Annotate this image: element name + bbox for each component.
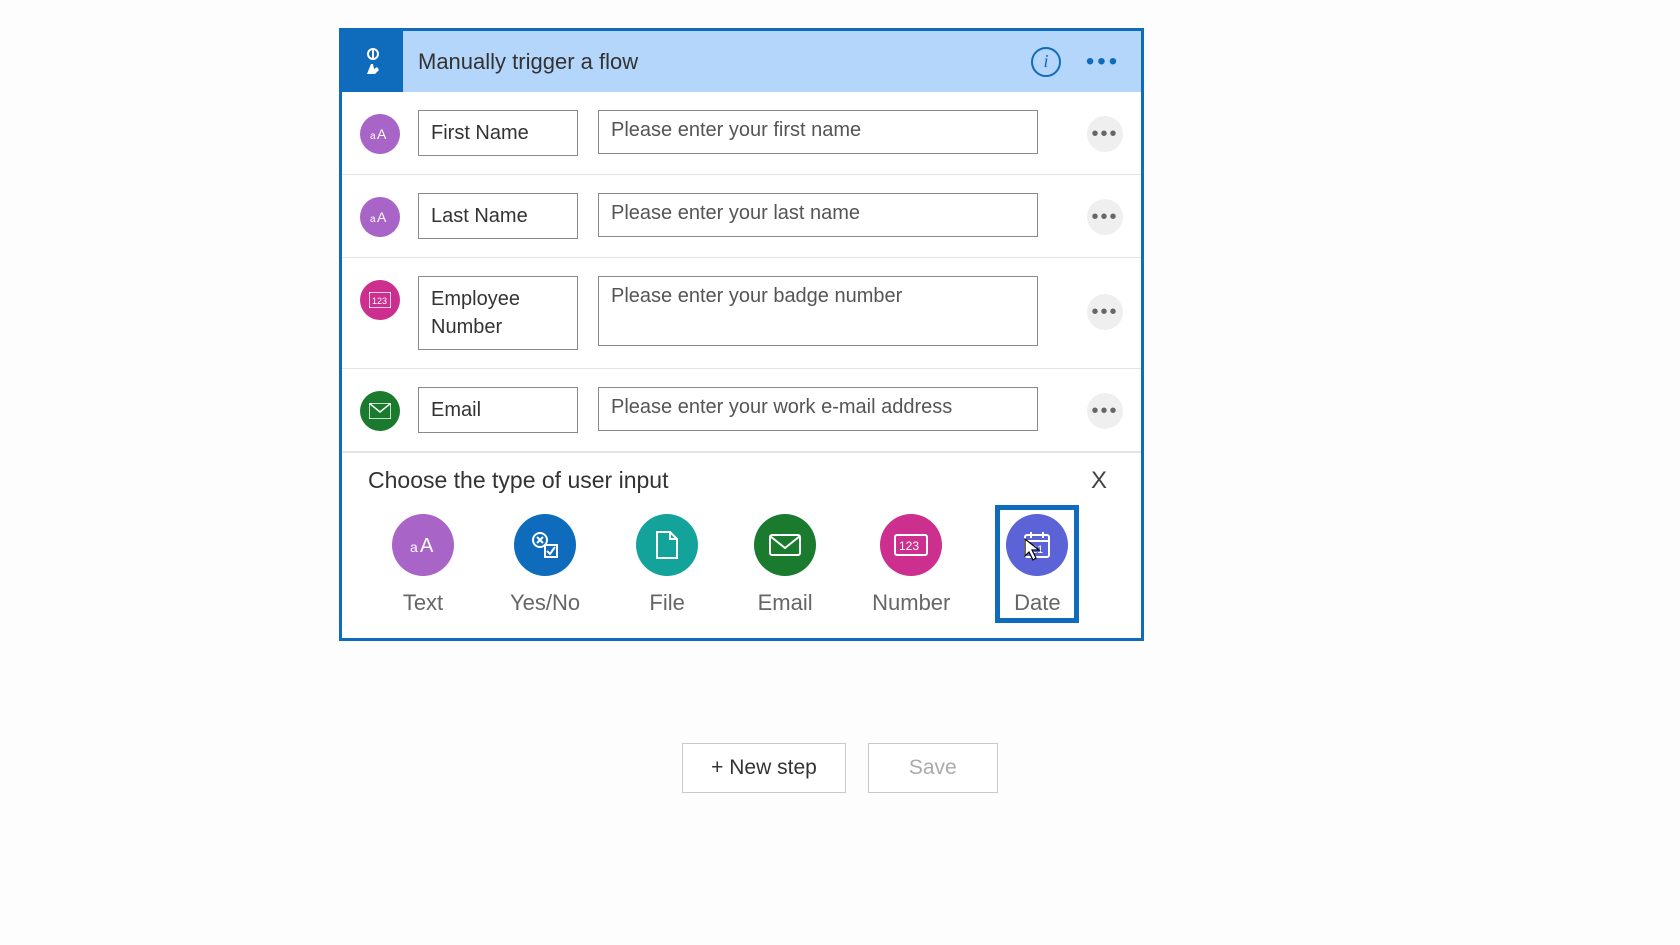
input-row: aA Last Name Please enter your last name… bbox=[342, 175, 1141, 258]
footer-buttons: + New step Save bbox=[0, 743, 1680, 793]
email-icon bbox=[754, 514, 816, 576]
save-button[interactable]: Save bbox=[868, 743, 998, 793]
type-label: Number bbox=[872, 590, 950, 616]
number-icon: 123 bbox=[880, 514, 942, 576]
svg-text:123: 123 bbox=[899, 539, 919, 553]
type-label: File bbox=[649, 590, 684, 616]
text-type-icon: aA bbox=[360, 114, 400, 154]
input-prompt-field[interactable]: Please enter your first name bbox=[598, 110, 1038, 154]
trigger-icon bbox=[342, 31, 403, 92]
svg-text:a: a bbox=[410, 539, 418, 555]
input-name-field[interactable]: Last Name bbox=[418, 193, 578, 239]
cursor-icon bbox=[1024, 538, 1042, 562]
add-input-section: Choose the type of user input X aA Text bbox=[342, 452, 1141, 638]
card-header: Manually trigger a flow i ••• bbox=[342, 31, 1141, 92]
card-more-button[interactable]: ••• bbox=[1083, 42, 1123, 82]
type-option-text[interactable]: aA Text bbox=[386, 510, 460, 618]
row-more-button[interactable]: ••• bbox=[1087, 294, 1123, 330]
text-type-icon: aA bbox=[360, 197, 400, 237]
input-name-field[interactable]: Email bbox=[418, 387, 578, 433]
card-title: Manually trigger a flow bbox=[403, 49, 1031, 75]
svg-text:A: A bbox=[377, 209, 387, 225]
type-label: Date bbox=[1014, 590, 1060, 616]
row-more-button[interactable]: ••• bbox=[1087, 116, 1123, 152]
add-input-title: Choose the type of user input bbox=[368, 467, 668, 494]
input-name-field[interactable]: Employee Number bbox=[418, 276, 578, 350]
type-label: Text bbox=[403, 590, 443, 616]
file-icon bbox=[636, 514, 698, 576]
type-option-yesno[interactable]: Yes/No bbox=[504, 510, 586, 618]
svg-text:123: 123 bbox=[372, 296, 387, 306]
new-step-button[interactable]: + New step bbox=[682, 743, 846, 793]
type-label: Email bbox=[758, 590, 813, 616]
yesno-icon bbox=[514, 514, 576, 576]
type-option-email[interactable]: Email bbox=[748, 510, 822, 618]
type-option-date[interactable]: 21 Date bbox=[1000, 510, 1074, 618]
text-icon: aA bbox=[392, 514, 454, 576]
close-button[interactable]: X bbox=[1083, 467, 1115, 495]
type-label: Yes/No bbox=[510, 590, 580, 616]
input-prompt-field[interactable]: Please enter your work e-mail address bbox=[598, 387, 1038, 431]
type-option-number[interactable]: 123 Number bbox=[866, 510, 956, 618]
info-button[interactable]: i bbox=[1031, 47, 1061, 77]
svg-text:a: a bbox=[370, 214, 376, 225]
trigger-card: Manually trigger a flow i ••• aA First N… bbox=[339, 28, 1144, 641]
row-more-button[interactable]: ••• bbox=[1087, 393, 1123, 429]
svg-text:A: A bbox=[377, 126, 387, 142]
input-name-field[interactable]: First Name bbox=[418, 110, 578, 156]
email-type-icon bbox=[360, 391, 400, 431]
input-types-row: aA Text Yes/No F bbox=[368, 510, 1115, 618]
input-row: aA First Name Please enter your first na… bbox=[342, 92, 1141, 175]
number-type-icon: 123 bbox=[360, 280, 400, 320]
input-row: 123 Employee Number Please enter your ba… bbox=[342, 258, 1141, 369]
input-row: Email Please enter your work e-mail addr… bbox=[342, 369, 1141, 452]
input-prompt-field[interactable]: Please enter your badge number bbox=[598, 276, 1038, 346]
svg-text:A: A bbox=[420, 535, 434, 557]
svg-text:a: a bbox=[370, 131, 376, 142]
input-prompt-field[interactable]: Please enter your last name bbox=[598, 193, 1038, 237]
type-option-file[interactable]: File bbox=[630, 510, 704, 618]
row-more-button[interactable]: ••• bbox=[1087, 199, 1123, 235]
